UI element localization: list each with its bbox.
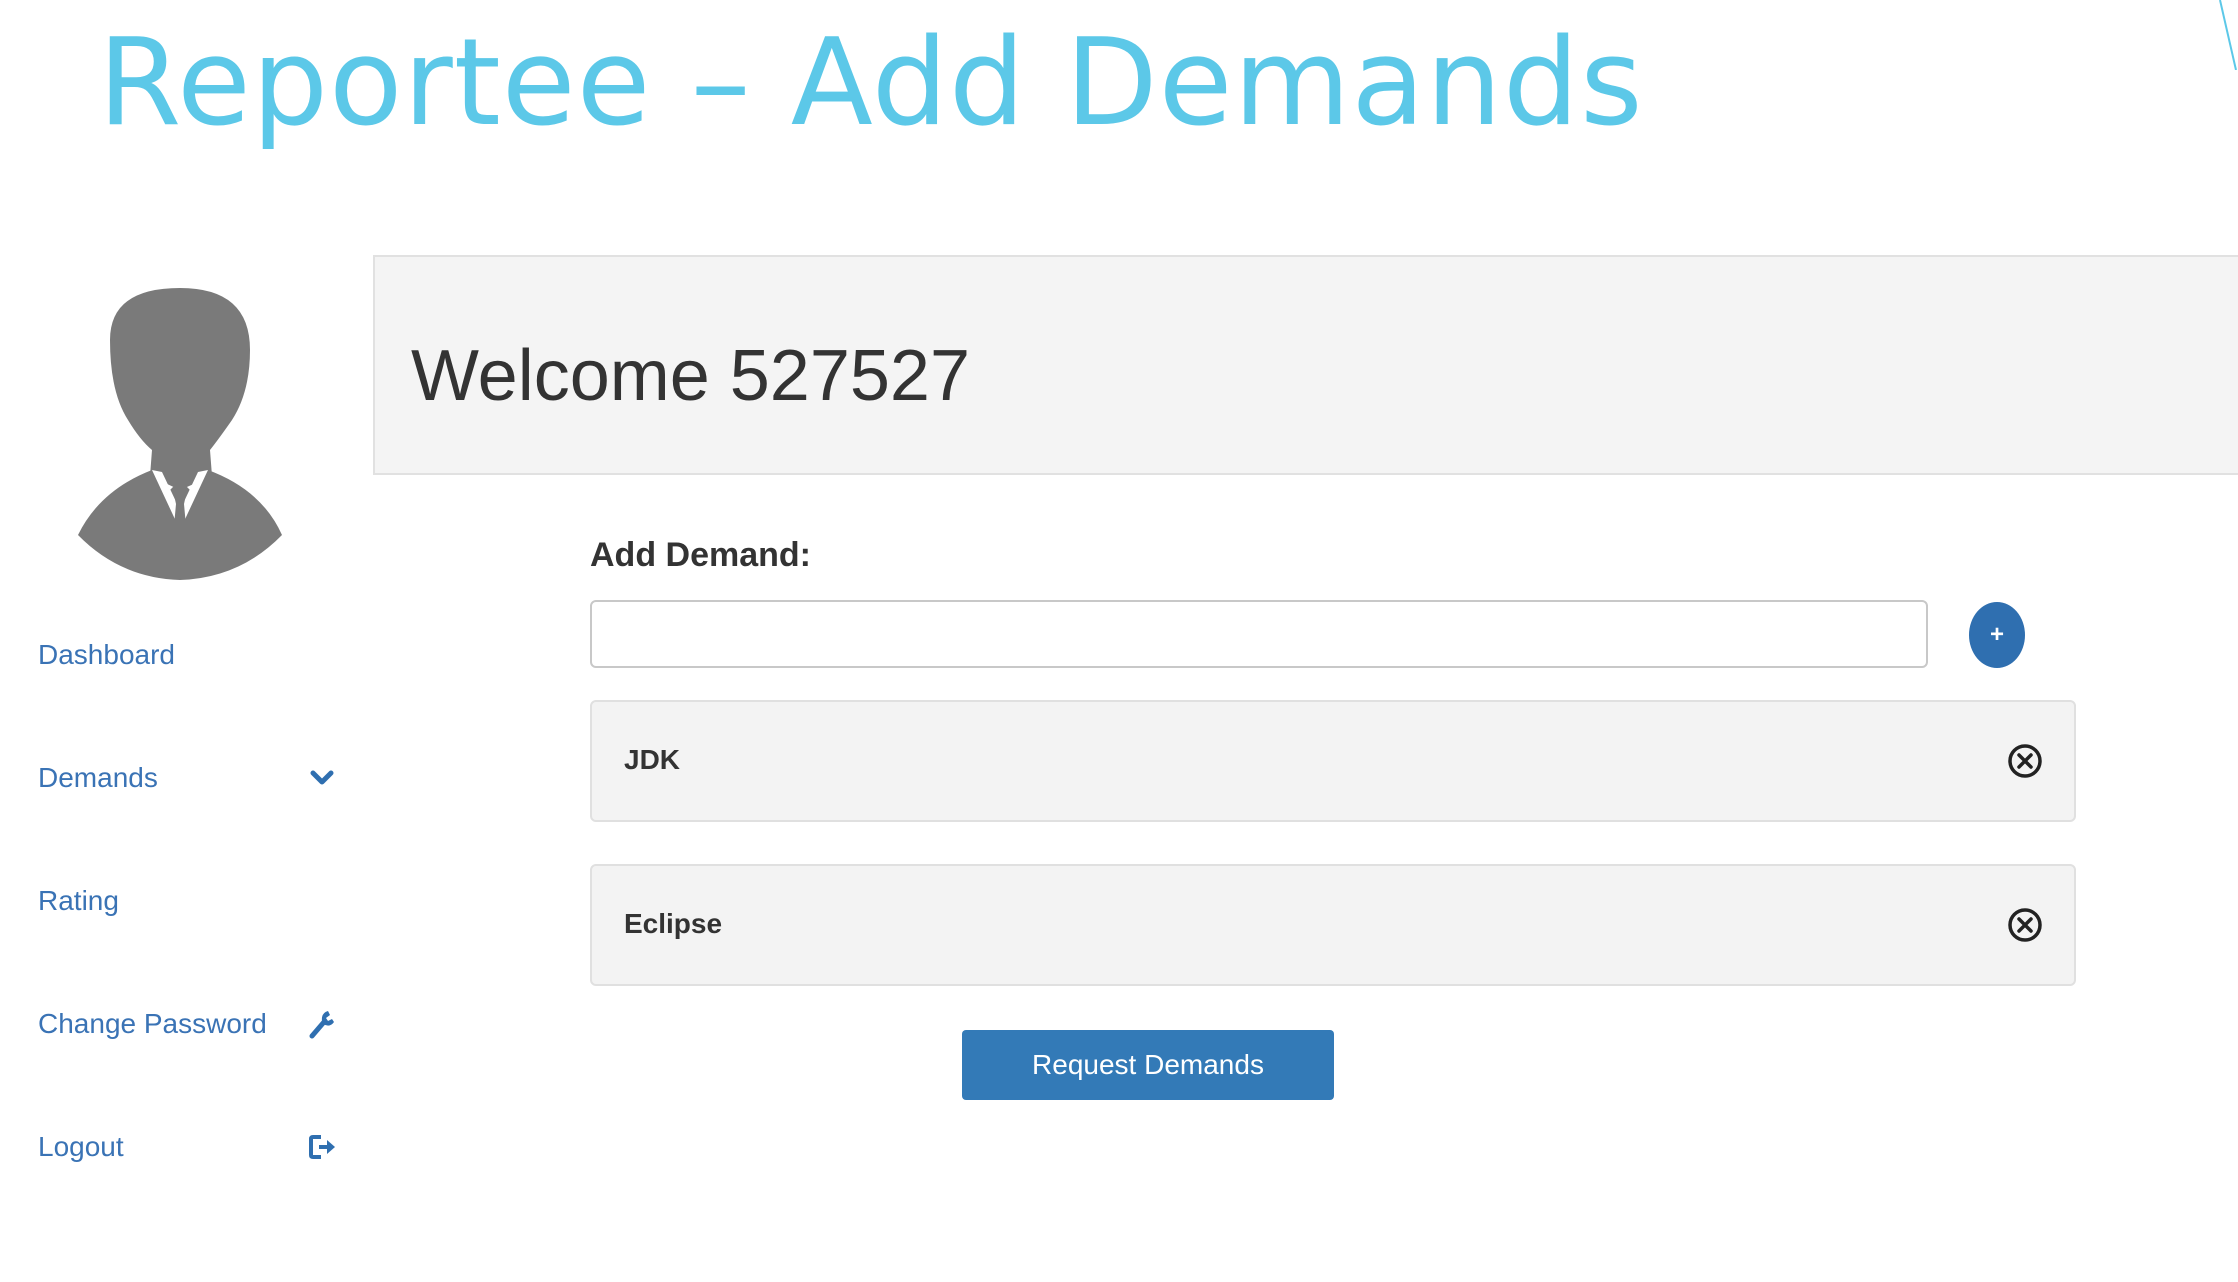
remove-circle-icon[interactable] [2006,906,2044,944]
corner-decoration [2219,0,2237,70]
welcome-panel: Welcome 527527 [373,255,2238,475]
logout-icon [306,1131,338,1163]
demand-list-item: Eclipse [590,864,2076,986]
sidebar-item-label: Rating [38,885,119,916]
plus-icon: + [1989,621,2004,648]
sidebar-item-label: Logout [38,1131,124,1162]
avatar-icon [78,288,282,580]
wrench-icon [306,1008,338,1040]
request-demands-button[interactable]: Request Demands [962,1030,1334,1100]
demand-list-item: JDK [590,700,2076,822]
sidebar-item-label: Dashboard [38,639,175,670]
sidebar-item-logout[interactable]: Logout [38,1122,338,1172]
slide-title: Reportee – Add Demands [98,14,1644,153]
sidebar-item-label: Demands [38,762,158,793]
sidebar-item-demands[interactable]: Demands [38,753,338,803]
remove-circle-icon[interactable] [2006,742,2044,780]
chevron-down-icon[interactable] [306,762,338,794]
sidebar-item-rating[interactable]: Rating [38,876,338,926]
sidebar-item-dashboard[interactable]: Dashboard [38,630,338,680]
demand-label: Eclipse [624,908,723,939]
add-demand-button[interactable]: + [1969,602,2025,668]
add-demand-label: Add Demand: [590,536,811,574]
sidebar-item-label: Change Password [38,1008,267,1039]
demand-input[interactable] [590,600,1928,668]
demand-label: JDK [624,744,681,775]
welcome-heading: Welcome 527527 [411,336,971,416]
sidebar-item-change-password[interactable]: Change Password [38,999,338,1049]
